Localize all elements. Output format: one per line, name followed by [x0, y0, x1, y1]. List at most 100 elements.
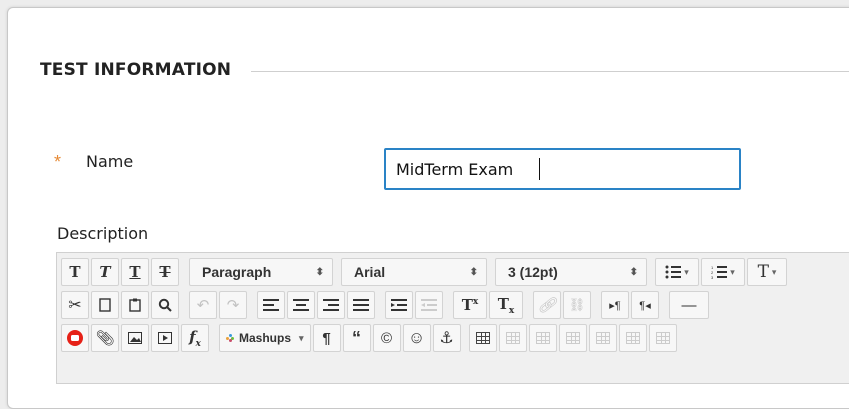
film-icon: [158, 332, 172, 344]
mashups-label: Mashups: [239, 331, 292, 345]
table-row-after-button[interactable]: [528, 324, 557, 352]
unlink-button[interactable]: ⛓︎: [563, 291, 591, 319]
function-icon: fx: [189, 327, 201, 349]
undo-icon: ↶: [196, 297, 210, 314]
indent-button[interactable]: [385, 291, 413, 319]
redo-button[interactable]: ↷: [219, 291, 247, 319]
table-row-before-button[interactable]: [498, 324, 527, 352]
insert-media-button[interactable]: [151, 324, 179, 352]
insert-link-button[interactable]: 🔗︎: [533, 291, 561, 319]
bold-button[interactable]: T: [61, 258, 89, 286]
section-header: TEST INFORMATION: [40, 60, 849, 80]
alignment-group: [257, 291, 377, 319]
select-arrow-icon: ⬍: [315, 266, 324, 278]
insert-table-button[interactable]: [468, 324, 497, 352]
superscript-icon: Tx: [461, 296, 479, 314]
strikethrough-button[interactable]: T: [151, 258, 179, 286]
script-group: Tx Tx: [453, 291, 525, 319]
superscript-button[interactable]: Tx: [453, 291, 487, 319]
pilcrow-icon: ¶: [322, 329, 331, 347]
justify-button[interactable]: [347, 291, 375, 319]
paste-icon: [129, 298, 141, 312]
name-input[interactable]: [384, 148, 741, 190]
clipboard-group: ✂: [61, 291, 181, 319]
text-color-icon: T: [757, 262, 769, 282]
select-arrow-icon: ⬍: [629, 266, 638, 278]
underline-button[interactable]: T: [121, 258, 149, 286]
attach-file-button[interactable]: 📎︎: [91, 324, 119, 352]
rtl-icon: ¶◂: [639, 299, 651, 312]
chevron-down-icon: ▾: [299, 332, 304, 343]
indent-group: [385, 291, 445, 319]
emoticon-button[interactable]: ☺: [402, 324, 431, 352]
blockquote-button[interactable]: “: [342, 324, 371, 352]
math-button[interactable]: fx: [181, 324, 209, 352]
horizontal-rule-button[interactable]: —: [669, 291, 709, 319]
search-icon: [158, 298, 172, 312]
history-group: ↶ ↷: [189, 291, 249, 319]
outdent-button[interactable]: [415, 291, 443, 319]
align-left-button[interactable]: [257, 291, 285, 319]
chevron-down-icon: ▾: [771, 266, 777, 277]
svg-text:3: 3: [711, 275, 714, 279]
table-group: [468, 324, 679, 352]
toolbar-row-2: ✂ ↶ ↷ Tx Tx 🔗︎ ⛓︎ ▸¶ ¶◂ —: [61, 290, 711, 320]
paragraph-select-value: Paragraph: [202, 264, 272, 280]
table-col-icon: [655, 332, 670, 344]
media-group: 📎︎ fx: [61, 324, 211, 352]
anchor-button[interactable]: ⚓︎: [432, 324, 461, 352]
italic-button[interactable]: T: [91, 258, 119, 286]
align-right-icon: [323, 299, 339, 311]
text-color-button[interactable]: T ▾: [747, 258, 787, 286]
paperclip-icon: 📎︎: [95, 330, 115, 347]
smiley-icon: ☺: [407, 328, 426, 347]
quote-icon: “: [352, 327, 362, 348]
chevron-down-icon: ▾: [684, 266, 689, 277]
table-col-before-button[interactable]: [588, 324, 617, 352]
bullet-list-icon: [665, 265, 682, 279]
text-style-group: T T T T: [61, 258, 181, 286]
special-char-button[interactable]: ©: [372, 324, 401, 352]
image-icon: [128, 332, 142, 344]
align-right-button[interactable]: [317, 291, 345, 319]
description-label: Description: [57, 224, 149, 243]
toolbar-row-1: T T T T Paragraph ⬍ Arial ⬍ 3 (12pt) ⬍ ▾…: [61, 257, 789, 287]
direction-group: ▸¶ ¶◂: [601, 291, 661, 319]
font-select-value: Arial: [354, 264, 386, 280]
link-group: 🔗︎ ⛓︎: [533, 291, 593, 319]
bullet-list-button[interactable]: ▾: [655, 258, 699, 286]
youtube-button[interactable]: [61, 324, 89, 352]
size-select[interactable]: 3 (12pt) ⬍: [495, 258, 647, 286]
ltr-button[interactable]: ▸¶: [601, 291, 629, 319]
mashups-button[interactable]: Mashups ▾: [219, 324, 311, 352]
table-row-icon: [535, 332, 550, 344]
table-col-icon: [625, 332, 640, 344]
ltr-icon: ▸¶: [609, 299, 621, 312]
rtl-button[interactable]: ¶◂: [631, 291, 659, 319]
subscript-icon: Tx: [497, 294, 515, 316]
cut-button[interactable]: ✂: [61, 291, 89, 319]
align-center-button[interactable]: [287, 291, 315, 319]
undo-button[interactable]: ↶: [189, 291, 217, 319]
numbered-list-button[interactable]: 123 ▾: [701, 258, 745, 286]
paragraph-mark-button[interactable]: ¶: [312, 324, 341, 352]
table-icon: [475, 332, 490, 344]
font-select[interactable]: Arial ⬍: [341, 258, 487, 286]
section-title: TEST INFORMATION: [40, 60, 232, 80]
table-col-after-button[interactable]: [618, 324, 647, 352]
scissors-icon: ✂: [68, 297, 82, 314]
insert-image-button[interactable]: [121, 324, 149, 352]
table-row-icon: [565, 332, 580, 344]
paragraph-select[interactable]: Paragraph ⬍: [189, 258, 333, 286]
toolbar-row-3: 📎︎ fx Mashups ▾ ¶ “ © ☺ ⚓︎: [61, 323, 687, 353]
table-delete-col-button[interactable]: [648, 324, 677, 352]
copy-button[interactable]: [91, 291, 119, 319]
subscript-button[interactable]: Tx: [489, 291, 523, 319]
numbered-list-icon: 123: [711, 265, 728, 279]
find-button[interactable]: [151, 291, 179, 319]
table-delete-row-button[interactable]: [558, 324, 587, 352]
table-row-icon: [505, 332, 520, 344]
paste-button[interactable]: [121, 291, 149, 319]
indent-icon: [391, 299, 407, 311]
copy-icon: [99, 298, 111, 312]
